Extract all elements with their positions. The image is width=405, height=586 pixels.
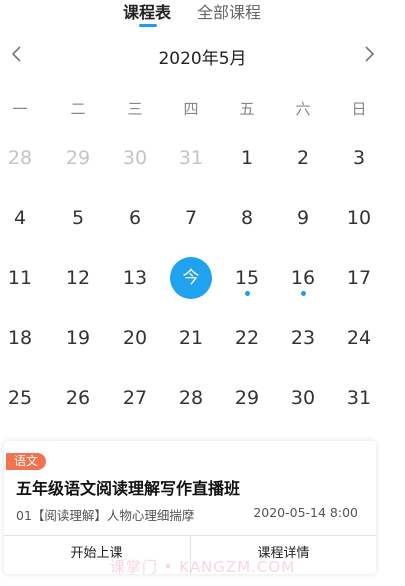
day-cell[interactable]: 17 <box>336 255 382 301</box>
weekday-label: 日 <box>351 100 367 118</box>
day-cell[interactable]: 12 <box>55 255 101 301</box>
day-cell[interactable]: 28 <box>0 135 43 181</box>
day-cell[interactable]: 2 <box>280 135 326 181</box>
day-cell[interactable]: 20 <box>112 315 158 361</box>
watermark: 课掌门 • KANGZM.COM <box>109 558 296 576</box>
month-title: 2020年5月 <box>158 49 247 69</box>
tab-schedule[interactable]: 课程表 <box>123 4 171 22</box>
day-cell[interactable]: 13 <box>112 255 158 301</box>
day-cell[interactable]: 4 <box>0 195 43 241</box>
day-cell[interactable]: 5 <box>55 195 101 241</box>
weekday-label: 一 <box>12 100 28 118</box>
month-header: 2020年5月 <box>0 40 405 70</box>
day-cell[interactable]: 22 <box>224 315 270 361</box>
weekday-label: 四 <box>183 100 199 118</box>
day-cell[interactable]: 25 <box>0 375 43 421</box>
day-cell[interactable]: 19 <box>55 315 101 361</box>
day-cell[interactable]: 30 <box>112 135 158 181</box>
tab-all-courses[interactable]: 全部课程 <box>197 4 261 22</box>
day-cell[interactable]: 26 <box>55 375 101 421</box>
day-cell[interactable]: 7 <box>168 195 214 241</box>
day-cell[interactable]: 28 <box>168 375 214 421</box>
day-cell[interactable]: 3 <box>336 135 382 181</box>
subject-badge: 语文 <box>6 453 46 470</box>
day-cell[interactable]: 31 <box>168 135 214 181</box>
top-tabs: 课程表 全部课程 <box>0 0 405 30</box>
day-cell[interactable]: 6 <box>112 195 158 241</box>
day-cell[interactable]: 31 <box>336 375 382 421</box>
day-cell[interactable]: 24 <box>336 315 382 361</box>
course-card[interactable]: 语文 五年级语文阅读理解写作直播班 01【阅读理解】人物心理细揣摩 2020-0… <box>4 441 376 574</box>
weekday-header: 一二三四五六日 <box>0 98 405 122</box>
weekday-label: 二 <box>70 100 86 118</box>
day-cell[interactable]: 1 <box>224 135 270 181</box>
lesson-time: 2020-05-14 8:00 <box>253 505 358 520</box>
day-cell[interactable]: 29 <box>55 135 101 181</box>
day-cell[interactable]: 9 <box>280 195 326 241</box>
day-cell[interactable]: 29 <box>224 375 270 421</box>
course-indicator-dot <box>244 291 250 296</box>
day-cell[interactable]: 23 <box>280 315 326 361</box>
day-cell[interactable]: 18 <box>0 315 43 361</box>
active-tab-indicator <box>139 24 157 27</box>
lesson-title: 01【阅读理解】人物心理细揣摩 <box>16 508 195 523</box>
weekday-label: 六 <box>295 100 311 118</box>
course-title: 五年级语文阅读理解写作直播班 <box>16 479 241 498</box>
day-cell[interactable]: 11 <box>0 255 43 301</box>
day-cell[interactable]: 21 <box>168 315 214 361</box>
today-day-cell[interactable]: 今 <box>170 257 212 299</box>
course-indicator-dot <box>300 291 306 296</box>
day-cell[interactable]: 8 <box>224 195 270 241</box>
day-cell[interactable]: 10 <box>336 195 382 241</box>
weekday-label: 五 <box>239 100 255 118</box>
weekday-label: 三 <box>127 100 143 118</box>
chevron-right-icon[interactable] <box>357 42 381 66</box>
day-cell[interactable]: 27 <box>112 375 158 421</box>
calendar-grid: 28 29 30 31 1 2 3 4 5 6 7 8 9 10 11 12 13 今 15 16 17 18 19 20 21… <box>0 140 405 430</box>
day-cell[interactable]: 30 <box>280 375 326 421</box>
